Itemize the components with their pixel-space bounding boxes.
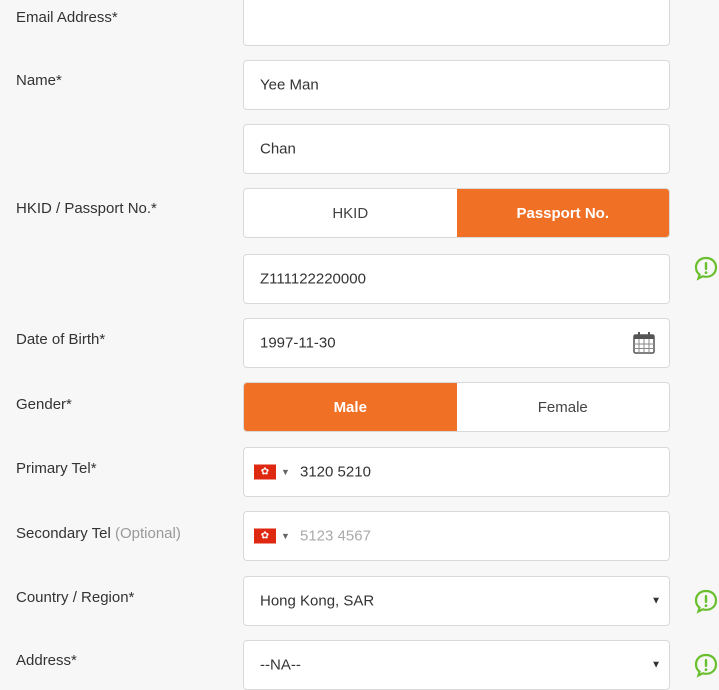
email-field[interactable] xyxy=(243,0,670,46)
passport-number-field[interactable]: Z111122220000 xyxy=(243,254,670,304)
secondary-tel-placeholder: 5123 4567 xyxy=(300,527,371,545)
optional-note: (Optional) xyxy=(114,525,181,542)
gender-label: Gender* xyxy=(16,396,72,413)
dob-value: 1997-11-30 xyxy=(260,334,336,352)
info-bubble-icon[interactable] xyxy=(693,255,719,281)
country-value: Hong Kong, SAR xyxy=(260,592,375,610)
dob-label: Date of Birth* xyxy=(16,331,106,348)
name-label: Name* xyxy=(16,72,62,89)
address-select[interactable]: --NA-- ▼ xyxy=(243,640,670,690)
passport-option[interactable]: Passport No. xyxy=(456,189,669,237)
hong-kong-flag-icon[interactable]: ✿ xyxy=(254,528,276,544)
last-name-value: Chan xyxy=(260,140,296,158)
address-value: --NA-- xyxy=(260,656,301,674)
id-doc-label: HKID / Passport No.* xyxy=(16,200,157,217)
gender-female-option[interactable]: Female xyxy=(457,383,670,431)
last-name-field[interactable]: Chan xyxy=(243,124,670,174)
first-name-field[interactable]: Yee Man xyxy=(243,60,670,110)
chevron-down-icon[interactable]: ▼ xyxy=(281,531,290,541)
country-select[interactable]: Hong Kong, SAR ▼ xyxy=(243,576,670,626)
primary-tel-field[interactable]: ✿ ▼ 3120 5210 xyxy=(243,447,670,497)
address-label: Address* xyxy=(16,652,77,669)
country-label: Country / Region* xyxy=(16,589,135,606)
chevron-down-icon[interactable]: ▼ xyxy=(281,467,290,477)
secondary-tel-label: Secondary Tel (Optional) xyxy=(16,525,181,542)
primary-tel-label: Primary Tel* xyxy=(16,460,97,477)
info-bubble-icon[interactable] xyxy=(693,652,719,678)
calendar-icon[interactable] xyxy=(631,330,657,356)
gender-male-option[interactable]: Male xyxy=(244,383,457,431)
secondary-tel-field[interactable]: ✿ ▼ 5123 4567 xyxy=(243,511,670,561)
info-bubble-icon[interactable] xyxy=(693,588,719,614)
dob-field[interactable]: 1997-11-30 xyxy=(243,318,670,368)
hong-kong-flag-icon[interactable]: ✿ xyxy=(254,464,276,480)
chevron-down-icon: ▼ xyxy=(651,659,661,671)
email-label: Email Address* xyxy=(16,9,118,26)
id-doc-toggle: HKID Passport No. xyxy=(243,188,670,238)
secondary-tel-label-text: Secondary Tel xyxy=(16,525,111,542)
gender-toggle: Male Female xyxy=(243,382,670,432)
passport-number-value: Z111122220000 xyxy=(260,270,366,288)
hkid-option[interactable]: HKID xyxy=(244,189,457,237)
chevron-down-icon: ▼ xyxy=(651,595,661,607)
primary-tel-value: 3120 5210 xyxy=(300,463,371,481)
first-name-value: Yee Man xyxy=(260,76,319,94)
